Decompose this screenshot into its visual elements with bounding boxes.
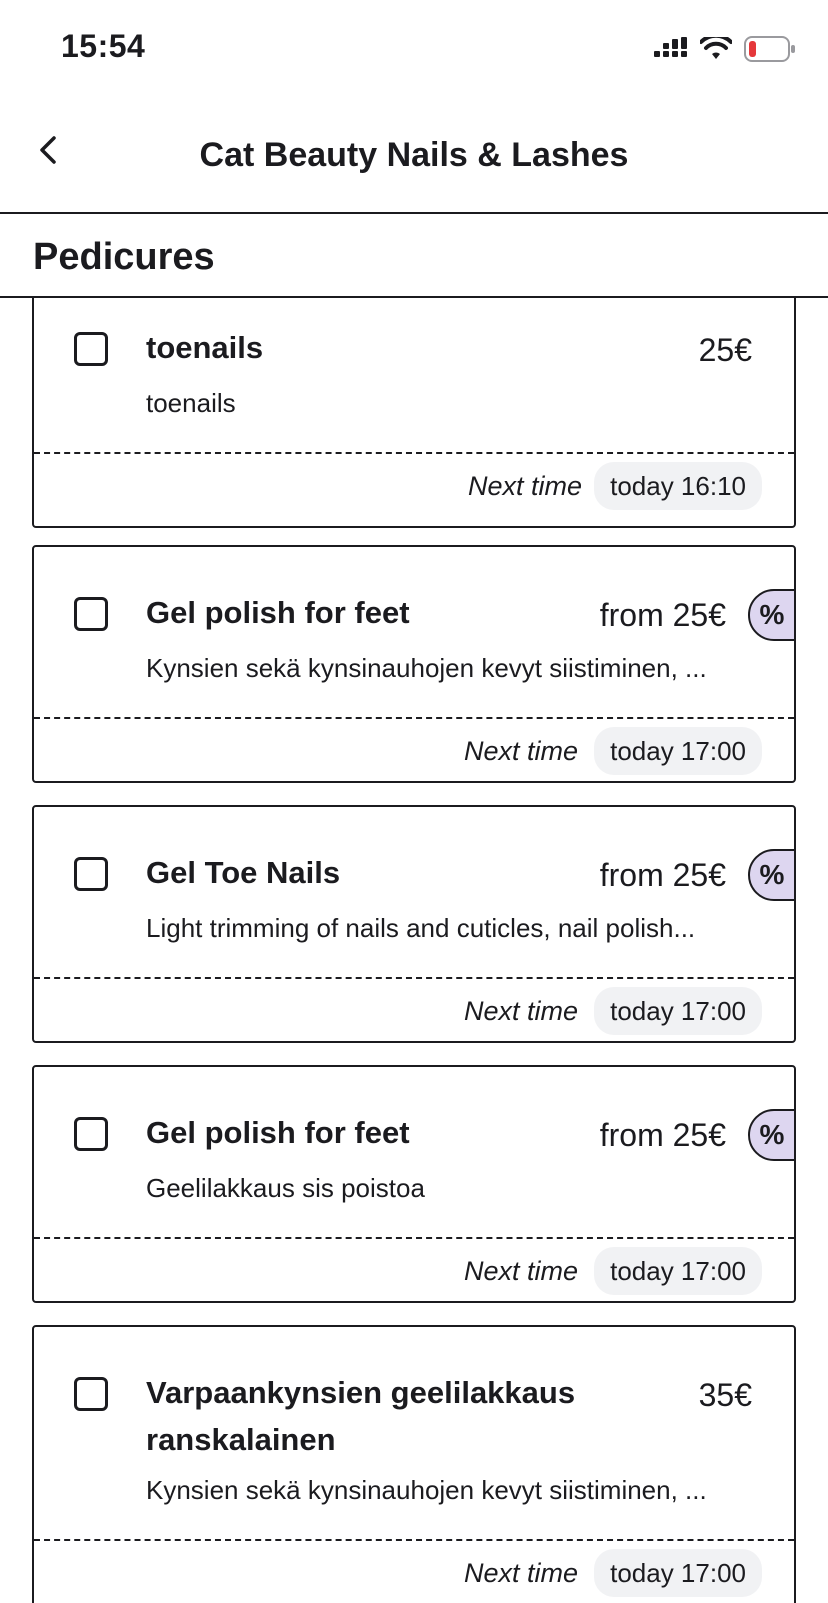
- service-description: Geelilakkaus sis poistoa: [146, 1173, 425, 1203]
- wifi-icon: [700, 37, 732, 59]
- service-price: from 25€: [599, 597, 726, 633]
- service-name: toenails: [146, 330, 264, 365]
- next-time-label: Next time: [463, 736, 578, 766]
- service-card[interactable]: Gel polish for feet from 25€ % Kynsien s…: [32, 545, 796, 783]
- next-time-chip[interactable]: today 17:00: [594, 1247, 762, 1295]
- status-time: 15:54: [61, 28, 146, 64]
- service-checkbox[interactable]: [74, 332, 108, 366]
- discount-tag[interactable]: %: [748, 849, 794, 901]
- discount-tag[interactable]: %: [748, 589, 794, 641]
- service-description: Kynsien sekä kynsinauhojen kevyt siistim…: [146, 1475, 707, 1505]
- next-time-label: Next time: [463, 996, 578, 1026]
- service-checkbox[interactable]: [74, 1377, 108, 1411]
- next-time-chip[interactable]: today 17:00: [594, 1549, 762, 1597]
- service-price: from 25€: [599, 857, 726, 893]
- service-price: from 25€: [599, 1117, 726, 1153]
- nav-bar: Cat Beauty Nails & Lashes: [0, 100, 828, 214]
- next-time-chip[interactable]: today 17:00: [594, 727, 762, 775]
- card-footer: Next time today 17:00: [34, 1237, 794, 1301]
- signal-icon: [654, 37, 687, 57]
- service-card[interactable]: Gel polish for feet from 25€ % Geelilakk…: [32, 1065, 796, 1303]
- service-checkbox[interactable]: [74, 1117, 108, 1151]
- service-name: Varpaankynsien geelilakkaus ranskalainen: [146, 1375, 576, 1457]
- discount-tag[interactable]: %: [748, 1109, 794, 1161]
- status-bar: 15:54: [0, 0, 828, 100]
- next-time-chip[interactable]: today 17:00: [594, 987, 762, 1035]
- service-name: Gel polish for feet: [146, 1115, 410, 1150]
- section-title: Pedicures: [33, 236, 215, 278]
- service-name: Gel Toe Nails: [146, 855, 341, 890]
- next-time-label: Next time: [467, 471, 582, 501]
- service-list: toenails 25€ toenails Next time today 16…: [0, 298, 828, 1603]
- next-time-label: Next time: [463, 1256, 578, 1286]
- next-time-chip[interactable]: today 16:10: [594, 462, 762, 510]
- next-time-label: Next time: [463, 1558, 578, 1588]
- battery-low-icon: [744, 36, 795, 62]
- page-title: Cat Beauty Nails & Lashes: [199, 136, 629, 174]
- service-price: 25€: [698, 332, 752, 368]
- service-description: Kynsien sekä kynsinauhojen kevyt siistim…: [146, 653, 707, 683]
- service-price: 35€: [698, 1377, 752, 1413]
- service-description: toenails: [146, 388, 236, 418]
- service-card[interactable]: Varpaankynsien geelilakkaus ranskalainen…: [32, 1325, 796, 1603]
- card-footer: Next time today 17:00: [34, 1539, 794, 1603]
- service-checkbox[interactable]: [74, 857, 108, 891]
- card-footer: Next time today 17:00: [34, 977, 794, 1041]
- service-card[interactable]: Gel Toe Nails from 25€ % Light trimming …: [32, 805, 796, 1043]
- service-checkbox[interactable]: [74, 597, 108, 631]
- service-description: Light trimming of nails and cuticles, na…: [146, 913, 696, 943]
- service-card[interactable]: toenails 25€ toenails Next time today 16…: [32, 298, 796, 528]
- card-footer: Next time today 16:10: [34, 452, 794, 518]
- service-name: Gel polish for feet: [146, 595, 410, 630]
- status-icons: [654, 36, 796, 62]
- card-footer: Next time today 17:00: [34, 717, 794, 781]
- section-header: Pedicures: [0, 214, 828, 298]
